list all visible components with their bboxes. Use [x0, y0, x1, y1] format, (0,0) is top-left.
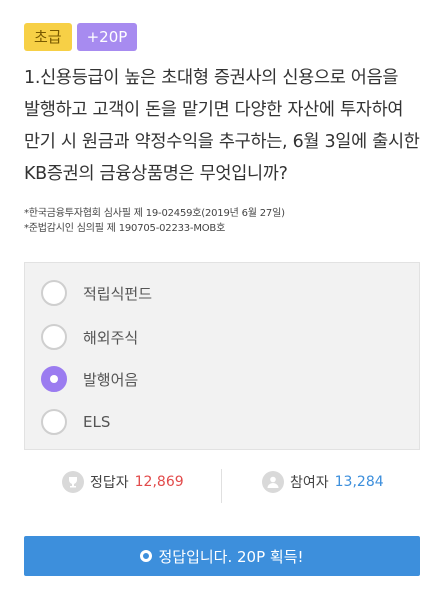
option-3[interactable]: 발행어음 [41, 363, 138, 395]
stats-divider [221, 469, 222, 503]
answer-stats: 정답자 12,869 참여자 13,284 [0, 467, 444, 507]
point-badge: +20P [76, 23, 138, 51]
radio-button[interactable] [41, 409, 67, 435]
correct-count: 12,869 [134, 474, 184, 490]
level-badge: 초급 [24, 23, 72, 51]
disclaimer-notes: *한국금융투자협회 심사필 제 19-02459호(2019년 6월 27일) … [24, 206, 285, 236]
trophy-icon [62, 471, 84, 493]
answer-options: 적립식펀드 해외주식 발행어음 ELS [24, 262, 420, 450]
result-banner: 정답입니다. 20P 획득! [24, 536, 420, 576]
participants-count: 13,284 [334, 474, 384, 490]
radio-button[interactable] [41, 324, 67, 350]
option-label: 적립식펀드 [83, 284, 153, 303]
option-2[interactable]: 해외주식 [41, 321, 138, 353]
correct-stat: 정답자 12,869 [62, 471, 184, 493]
badge-group: 초급 +20P [24, 23, 138, 51]
disclaimer-line: *한국금융투자협회 심사필 제 19-02459호(2019년 6월 27일) [24, 208, 285, 219]
disclaimer-line: *준법감시인 심의필 제 190705-02233-MOB호 [24, 223, 226, 234]
person-icon [262, 471, 284, 493]
radio-button[interactable] [41, 280, 67, 306]
option-1[interactable]: 적립식펀드 [41, 277, 152, 309]
option-4[interactable]: ELS [41, 406, 110, 438]
option-label: 발행어음 [83, 370, 139, 389]
option-label: 해외주식 [83, 328, 139, 347]
correct-label: 정답자 [90, 475, 129, 491]
circle-icon [140, 550, 153, 562]
participants-stat: 참여자 13,284 [262, 471, 384, 493]
result-text: 정답입니다. 20P 획득! [158, 547, 304, 566]
option-label: ELS [83, 413, 111, 431]
participants-label: 참여자 [290, 475, 329, 491]
question-text: 1.신용등급이 높은 초대형 증권사의 신용으로 어음을 발행하고 고객이 돈을… [24, 68, 420, 184]
radio-button-selected[interactable] [41, 366, 67, 392]
